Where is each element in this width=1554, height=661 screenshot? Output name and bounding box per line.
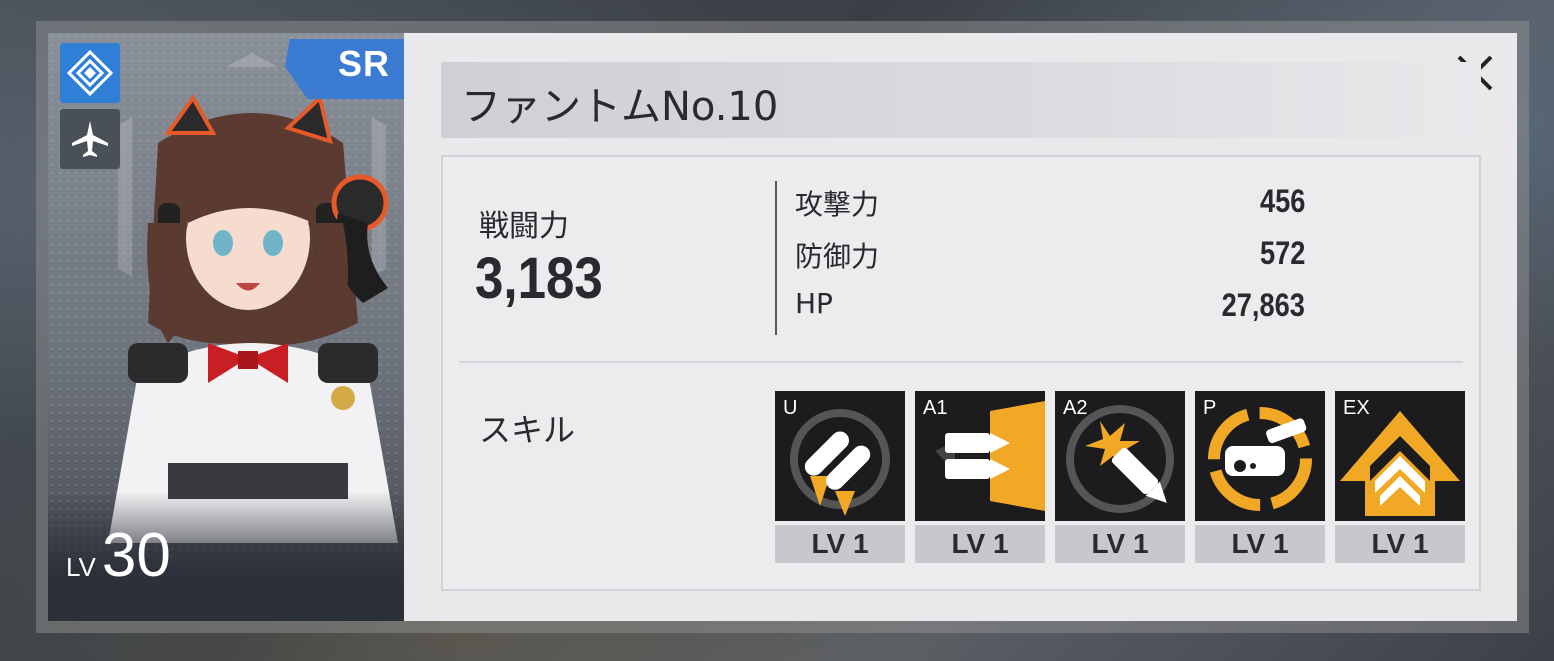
skill-level: LV 1 bbox=[915, 525, 1045, 563]
character-name: ファントムNo.10 bbox=[461, 84, 779, 130]
character-card: SR LV30 bbox=[48, 33, 404, 621]
role-badge bbox=[60, 109, 120, 169]
level-display: LV30 bbox=[66, 520, 171, 591]
type-badge bbox=[60, 43, 120, 103]
skill-p[interactable]: P LV 1 bbox=[1195, 391, 1325, 563]
character-info-dialog: SR LV30 ファントムNo.10 戦闘力 3,183 攻撃力 456 防御力… bbox=[48, 33, 1517, 621]
stat-label: HP bbox=[795, 287, 833, 320]
skill-level: LV 1 bbox=[1335, 525, 1465, 563]
stats-panel: 戦闘力 3,183 攻撃力 456 防御力 572 HP 27,863 スキル … bbox=[441, 155, 1481, 591]
skill-icon-frame: P bbox=[1195, 391, 1325, 521]
skill-tag: U bbox=[783, 397, 798, 419]
skill-a2[interactable]: A2 LV 1 bbox=[1055, 391, 1185, 563]
skill-tag: P bbox=[1203, 397, 1217, 419]
power-label: 戦闘力 bbox=[479, 209, 569, 244]
skill-section-label: スキル bbox=[479, 411, 576, 449]
skill-ex[interactable]: EX LV 1 bbox=[1335, 391, 1465, 563]
skill-level: LV 1 bbox=[775, 525, 905, 563]
stat-value: 572 bbox=[1259, 235, 1305, 271]
stat-label: 防御力 bbox=[795, 240, 880, 273]
stat-value: 27,863 bbox=[1221, 287, 1305, 323]
airplane-icon bbox=[72, 121, 108, 157]
stat-attack: 攻撃力 456 bbox=[795, 183, 1305, 231]
skill-a1[interactable]: A1 LV 1 bbox=[915, 391, 1045, 563]
rarity-label: SR bbox=[337, 43, 390, 84]
stat-label: 攻撃力 bbox=[795, 188, 880, 221]
skill-u[interactable]: U LV 1 bbox=[775, 391, 905, 563]
skill-icon-frame: A2 bbox=[1055, 391, 1185, 521]
stat-value: 456 bbox=[1259, 183, 1305, 219]
skill-icon-frame: A1 bbox=[915, 391, 1045, 521]
stat-hp: HP 27,863 bbox=[795, 287, 1305, 335]
title-bar: ファントムNo.10 bbox=[441, 62, 1481, 138]
level-value: 30 bbox=[101, 521, 171, 590]
level-prefix: LV bbox=[66, 552, 96, 582]
skill-tag: A2 bbox=[1063, 397, 1088, 419]
power-value: 3,183 bbox=[475, 246, 603, 311]
skill-level: LV 1 bbox=[1195, 525, 1325, 563]
diamond-emblem-icon bbox=[66, 49, 114, 97]
skill-tag: A1 bbox=[923, 397, 948, 419]
skill-icon-frame: U bbox=[775, 391, 905, 521]
character-portrait bbox=[108, 94, 398, 543]
section-divider bbox=[459, 361, 1463, 363]
skill-tag: EX bbox=[1343, 397, 1370, 419]
stat-defense: 防御力 572 bbox=[795, 235, 1305, 283]
stats-divider bbox=[775, 181, 777, 335]
skill-level: LV 1 bbox=[1055, 525, 1185, 563]
skill-icon-frame: EX bbox=[1335, 391, 1465, 521]
